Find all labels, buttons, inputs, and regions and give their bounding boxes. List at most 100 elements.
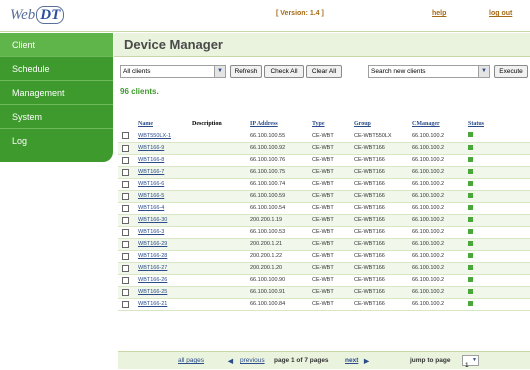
row-checkbox[interactable] [118,298,134,311]
checkbox[interactable] [122,264,129,272]
table-row[interactable]: WBT166-7 66.100.100.75 CE-WBT CE-WBT166 66.1… [118,166,530,179]
checkbox[interactable] [122,240,129,248]
page-select-value: 1 [465,362,469,369]
status-column-header[interactable]: Status [464,118,530,130]
checkbox[interactable] [122,180,129,188]
checkbox[interactable] [122,300,129,308]
cmanager-column-header[interactable]: CManager [408,118,464,130]
table-row[interactable]: WBT166-27 200.200.1.20 CE-WBT CE-WBT166 66.1… [118,262,530,275]
device-ip: 66.100.100.84 [246,298,308,311]
row-checkbox[interactable] [118,214,134,227]
device-name-link[interactable]: WBT166-28 [134,250,188,263]
table-row[interactable]: WBT166-3 66.100.100.53 CE-WBT CE-WBT166 66.1… [118,226,530,239]
device-name-link[interactable]: WBT166-29 [134,238,188,251]
name-column-header[interactable]: Name [134,118,188,130]
row-checkbox[interactable] [118,238,134,251]
logout-link[interactable]: log out [489,10,512,17]
status-online-icon [468,168,473,174]
table-row[interactable]: WBT166-30 200.200.1.19 CE-WBT CE-WBT166 66.1… [118,214,530,227]
checkbox[interactable] [122,192,129,200]
device-name-link[interactable]: WBT166-5 [134,190,188,203]
table-row[interactable]: WBT166-26 66.100.100.90 CE-WBT CE-WBT166 66.… [118,274,530,287]
group-column-header[interactable]: Group [350,118,408,130]
status-online-icon [468,204,473,210]
checkbox[interactable] [122,204,129,212]
device-name-link[interactable]: WBT166-9 [134,142,188,155]
row-checkbox[interactable] [118,166,134,179]
device-group: CE-WBT166 [350,250,408,263]
execute-button[interactable]: Execute [494,65,528,78]
clear-all-button[interactable]: Clear All [306,65,342,78]
table-row[interactable]: WBT166-8 66.100.100.76 CE-WBT CE-WBT166 66.1… [118,154,530,167]
checkbox[interactable] [122,276,129,284]
table-row[interactable]: WBT166-6 66.100.100.74 CE-WBT CE-WBT166 66.1… [118,178,530,191]
row-checkbox[interactable] [118,154,134,167]
sidebar-item-management[interactable]: Management [0,81,113,105]
sidebar-item-schedule[interactable]: Schedule [0,57,113,81]
device-name-link[interactable]: WBT166-6 [134,178,188,191]
device-name-link[interactable]: WBT166-26 [134,274,188,287]
checkbox[interactable] [122,168,129,176]
all-pages-link[interactable]: all pages [178,357,204,364]
device-name-link[interactable]: WBT166-4 [134,202,188,215]
checkbox[interactable] [122,144,129,152]
next-arrow-icon[interactable]: ▶ [364,357,369,365]
next-link[interactable]: next [345,357,358,364]
device-name-link[interactable]: WBT166-21 [134,298,188,311]
top-header: Web DT [ Version: 1.4 ] help log out [0,0,530,32]
checkbox[interactable] [122,132,129,140]
checkbox[interactable] [122,156,129,164]
checkbox[interactable] [122,216,129,224]
device-name-link[interactable]: WBT166-25 [134,286,188,299]
checkbox[interactable] [122,288,129,296]
page-select[interactable]: 1 ▼ [462,355,479,369]
table-row[interactable]: WBT166-29 200.200.1.21 CE-WBT CE-WBT166 66.1… [118,238,530,251]
device-name-link[interactable]: WBT166-3 [134,226,188,239]
table-row[interactable]: WBT166-4 66.100.100.54 CE-WBT CE-WBT166 66.1… [118,202,530,215]
refresh-button[interactable]: Refresh [230,65,262,78]
status-online-icon [468,228,473,234]
table-row[interactable]: WBT550LX-1 66.100.100.55 CE-WBT CE-WBT550LX… [118,130,530,143]
help-link[interactable]: help [432,10,446,17]
device-name-link[interactable]: WBT166-8 [134,154,188,167]
device-name-link[interactable]: WBT550LX-1 [134,130,188,143]
device-name-link[interactable]: WBT166-30 [134,214,188,227]
device-group: CE-WBT166 [350,226,408,239]
previous-arrow-icon[interactable]: ◀ [228,357,233,365]
ip-column-header[interactable]: IP Address [246,118,308,130]
row-checkbox[interactable] [118,286,134,299]
row-checkbox[interactable] [118,262,134,275]
checkbox[interactable] [122,252,129,260]
table-row[interactable]: WBT166-25 66.100.100.91 CE-WBT CE-WBT166 66.… [118,286,530,299]
row-checkbox[interactable] [118,190,134,203]
device-ip: 66.100.100.75 [246,166,308,179]
device-status [464,166,530,179]
row-checkbox[interactable] [118,142,134,155]
row-checkbox[interactable] [118,130,134,143]
device-name-link[interactable]: WBT166-27 [134,262,188,275]
row-checkbox[interactable] [118,274,134,287]
status-online-icon [468,144,473,150]
sidebar-item-log[interactable]: Log [0,129,113,153]
row-checkbox[interactable] [118,178,134,191]
previous-link[interactable]: previous [240,357,265,364]
table-row[interactable]: WBT166-28 200.200.1.22 CE-WBT CE-WBT166 66.1… [118,250,530,263]
table-row[interactable]: WBT166-9 66.100.100.92 CE-WBT CE-WBT166 66.1… [118,142,530,155]
sidebar-item-client[interactable]: Client [0,33,113,57]
search-new-clients-select[interactable]: Search new clients ▼ [368,65,490,78]
checkbox[interactable] [122,228,129,236]
table-row[interactable]: WBT166-21 66.100.100.84 CE-WBT CE-WBT166 66.… [118,298,530,311]
table-row[interactable]: WBT166-5 66.100.100.59 CE-WBT CE-WBT166 66.1… [118,190,530,203]
title-bar: Device Manager [114,33,530,57]
row-checkbox[interactable] [118,202,134,215]
device-cmanager: 66.100.100.2 [408,226,464,239]
type-column-header[interactable]: Type [308,118,350,130]
row-checkbox[interactable] [118,226,134,239]
client-filter-select[interactable]: All clients ▼ [120,65,226,78]
row-checkbox[interactable] [118,250,134,263]
check-all-button[interactable]: Check All [264,65,304,78]
sidebar-item-system[interactable]: System [0,105,113,129]
sidebar-nav: Client Schedule Management System Log [0,33,113,162]
device-type: CE-WBT [308,178,350,191]
device-name-link[interactable]: WBT166-7 [134,166,188,179]
